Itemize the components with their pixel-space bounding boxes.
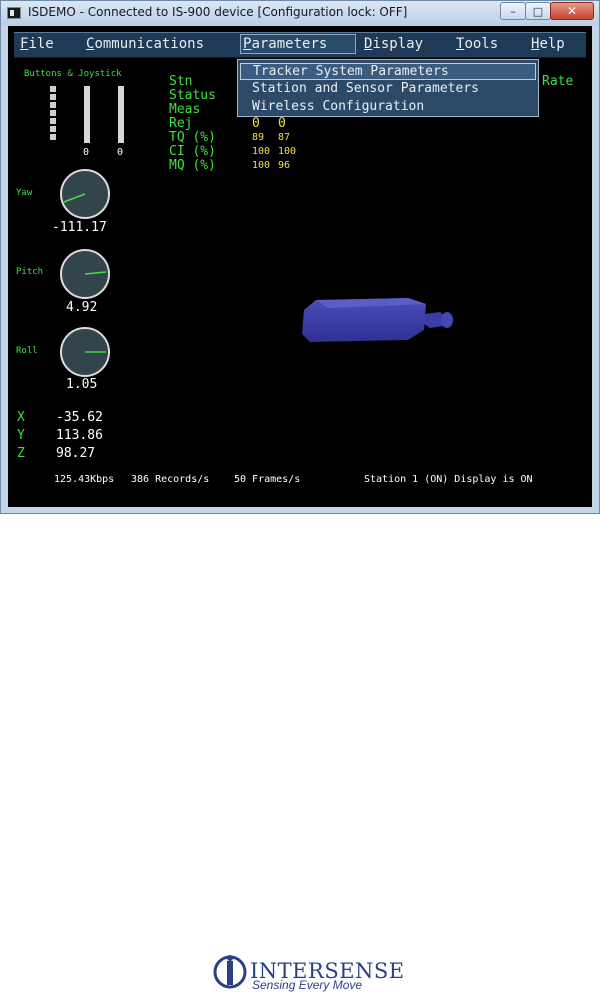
z-value: 98.27	[56, 446, 96, 461]
window-title: ISDEMO - Connected to IS-900 device [Con…	[28, 5, 408, 19]
title-bar[interactable]: ISDEMO - Connected to IS-900 device [Con…	[1, 1, 599, 26]
menu-item-station-sensor-parameters[interactable]: Station and Sensor Parameters	[252, 81, 479, 96]
label-status: Status	[169, 88, 216, 103]
app-window: ISDEMO - Connected to IS-900 device [Con…	[0, 0, 600, 514]
menu-file[interactable]: File	[18, 36, 56, 52]
maximize-button[interactable]: □	[525, 2, 551, 20]
menu-display[interactable]: Display	[362, 36, 425, 52]
label-rej: Rej	[169, 116, 193, 131]
menu-tools[interactable]: Tools	[454, 36, 500, 52]
tracker-3d-model	[302, 298, 453, 342]
parameters-dropdown: Tracker System Parameters Station and Se…	[237, 59, 539, 117]
button-indicator	[50, 102, 56, 108]
ci-value-2: 100	[278, 146, 297, 157]
pitch-label: Pitch	[16, 267, 44, 277]
label-ci: CI (%)	[169, 144, 216, 159]
tracker-display: File Communications Parameters Display T…	[8, 26, 592, 507]
intersense-logo-mark-icon	[213, 955, 247, 989]
joystick-value-1: 0	[83, 147, 90, 158]
status-bandwidth: 125.43Kbps	[54, 474, 115, 485]
tracker-connector-tip	[441, 312, 453, 328]
mq-value-1: 100	[252, 160, 271, 171]
z-label: Z	[17, 446, 25, 461]
yaw-label: Yaw	[16, 188, 33, 198]
menu-parameters[interactable]: Parameters	[240, 34, 356, 54]
y-value: 113.86	[56, 428, 103, 443]
close-button[interactable]: ✕	[550, 2, 594, 20]
button-indicator	[50, 134, 56, 140]
tq-value-1: 89	[252, 132, 265, 143]
menu-item-tracker-system-parameters[interactable]: Tracker System Parameters	[240, 63, 536, 80]
menu-bar: File Communications Parameters Display T…	[14, 32, 586, 58]
roll-value: 1.05	[66, 377, 98, 392]
roll-label: Roll	[16, 346, 38, 356]
label-mq: MQ (%)	[169, 158, 216, 173]
buttons-joystick-title: Buttons & Joystick	[24, 69, 122, 79]
status-frames: 50 Frames/s	[234, 474, 301, 485]
menu-communications[interactable]: Communications	[84, 36, 206, 52]
rej-value-1: 0	[252, 116, 260, 131]
status-station: Station 1 (ON) Display is ON	[364, 474, 533, 485]
button-indicator	[50, 94, 56, 100]
roll-gauge	[60, 327, 110, 377]
x-value: -35.62	[56, 410, 103, 425]
app-icon[interactable]	[7, 7, 21, 19]
intersense-logo: INTERSENSE Sensing Every Move	[210, 955, 410, 992]
y-label: Y	[17, 428, 25, 443]
button-indicator	[50, 118, 56, 124]
x-label: X	[17, 410, 25, 425]
status-records: 386 Records/s	[131, 474, 210, 485]
rej-value-2: 0	[278, 116, 286, 131]
ci-value-1: 100	[252, 146, 271, 157]
button-indicator	[50, 126, 56, 132]
menu-help[interactable]: Help	[529, 36, 567, 52]
joystick-bar-1	[84, 86, 90, 143]
button-indicator	[50, 110, 56, 116]
yaw-value: -111.17	[52, 220, 107, 235]
menu-item-wireless-configuration[interactable]: Wireless Configuration	[252, 99, 424, 114]
mq-value-2: 96	[278, 160, 291, 171]
label-stn: Stn	[169, 74, 193, 89]
label-tq: TQ (%)	[169, 130, 216, 145]
logo-tagline: Sensing Every Move	[252, 978, 363, 992]
joystick-value-2: 0	[117, 147, 124, 158]
button-indicator	[50, 86, 56, 92]
tq-value-2: 87	[278, 132, 291, 143]
pitch-value: 4.92	[66, 300, 98, 315]
label-rate: Rate	[542, 74, 574, 89]
label-meas: Meas	[169, 102, 201, 117]
yaw-gauge	[60, 169, 110, 219]
joystick-bar-2	[118, 86, 124, 143]
minimize-button[interactable]: –	[500, 2, 526, 20]
pitch-gauge	[60, 249, 110, 299]
